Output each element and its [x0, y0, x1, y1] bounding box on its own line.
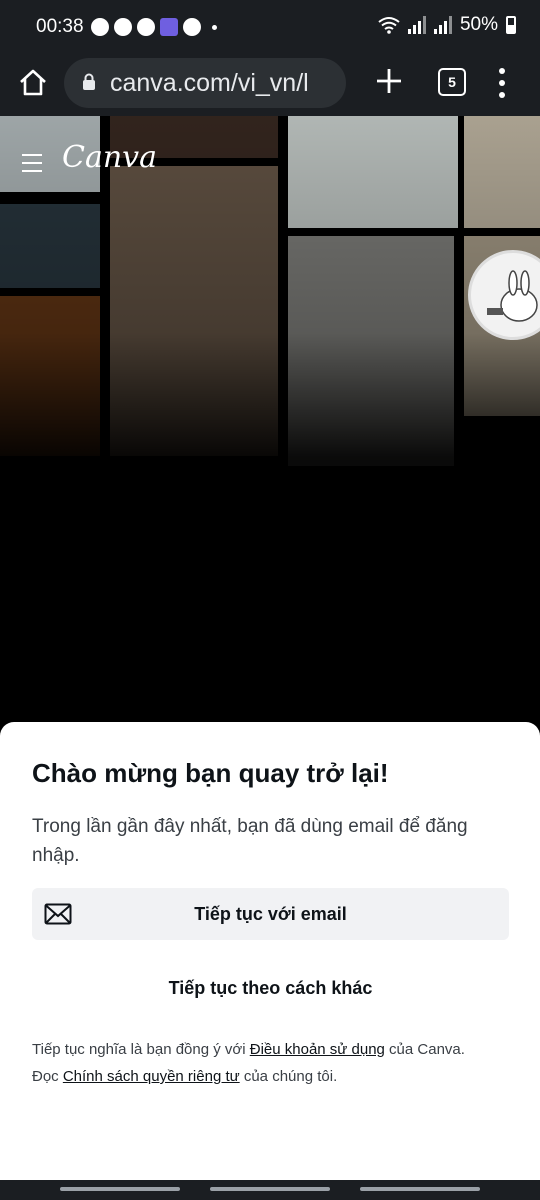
messenger-icon	[114, 18, 132, 36]
legal-suffix: của chúng tôi.	[239, 1068, 338, 1085]
continue-with-email-button[interactable]: Tiếp tục với email	[32, 888, 509, 940]
sheet-title: Chào mừng bạn quay trở lại!	[32, 758, 389, 788]
gradient-overlay	[0, 116, 540, 736]
notification-icons	[91, 16, 217, 38]
url-text: canva.com/vi_vn/l	[110, 69, 309, 97]
signal-icon	[433, 16, 452, 34]
legal-read: Đọc	[32, 1068, 63, 1085]
signal-icon	[407, 16, 426, 34]
status-bar: 00:38 50%	[0, 0, 540, 54]
more-notifications-icon	[212, 24, 217, 30]
wifi-icon	[378, 17, 400, 34]
tab-switcher-button[interactable]: 5	[438, 68, 466, 96]
lock-icon	[83, 73, 95, 90]
battery-percent: 50%	[459, 14, 498, 35]
nav-handle[interactable]	[210, 1187, 330, 1191]
status-time: 00:38	[36, 16, 84, 37]
continue-other-way-button[interactable]: Tiếp tục theo cách khác	[32, 968, 509, 1008]
login-bottom-sheet: Chào mừng bạn quay trở lại! Trong lần gầ…	[0, 722, 540, 1180]
browser-toolbar: canva.com/vi_vn/l 5	[0, 54, 540, 116]
email-button-label: Tiếp tục với email	[194, 904, 347, 924]
hamburger-menu-icon[interactable]	[22, 154, 42, 172]
template-collage	[0, 116, 540, 736]
nav-handle[interactable]	[60, 1187, 180, 1191]
bunny-sticker-icon	[487, 270, 538, 322]
home-icon[interactable]	[16, 66, 50, 100]
facebook-icon	[137, 18, 155, 36]
nav-handle[interactable]	[360, 1187, 480, 1191]
new-tab-icon[interactable]	[374, 66, 404, 96]
more-menu-icon[interactable]	[496, 66, 508, 100]
legal-middle: của Canva.	[384, 1041, 465, 1058]
system-nav-bar	[0, 1180, 540, 1200]
privacy-link[interactable]: Chính sách quyền riêng tư	[63, 1068, 240, 1085]
legal-prefix: Tiếp tục nghĩa là bạn đồng ý với	[32, 1041, 250, 1058]
game-icon	[160, 18, 178, 36]
chat-bubble-icon	[91, 18, 109, 36]
terms-link[interactable]: Điều khoản sử dụng	[250, 1041, 385, 1058]
facebook-icon	[183, 18, 201, 36]
canva-logo[interactable]: Canva	[62, 140, 157, 175]
battery-icon	[506, 16, 516, 34]
legal-text: Tiếp tục nghĩa là bạn đồng ý với Điều kh…	[32, 1036, 522, 1090]
sheet-description: Trong lần gần đây nhất, bạn đã dùng emai…	[32, 816, 468, 866]
address-bar[interactable]: canva.com/vi_vn/l	[64, 58, 346, 108]
